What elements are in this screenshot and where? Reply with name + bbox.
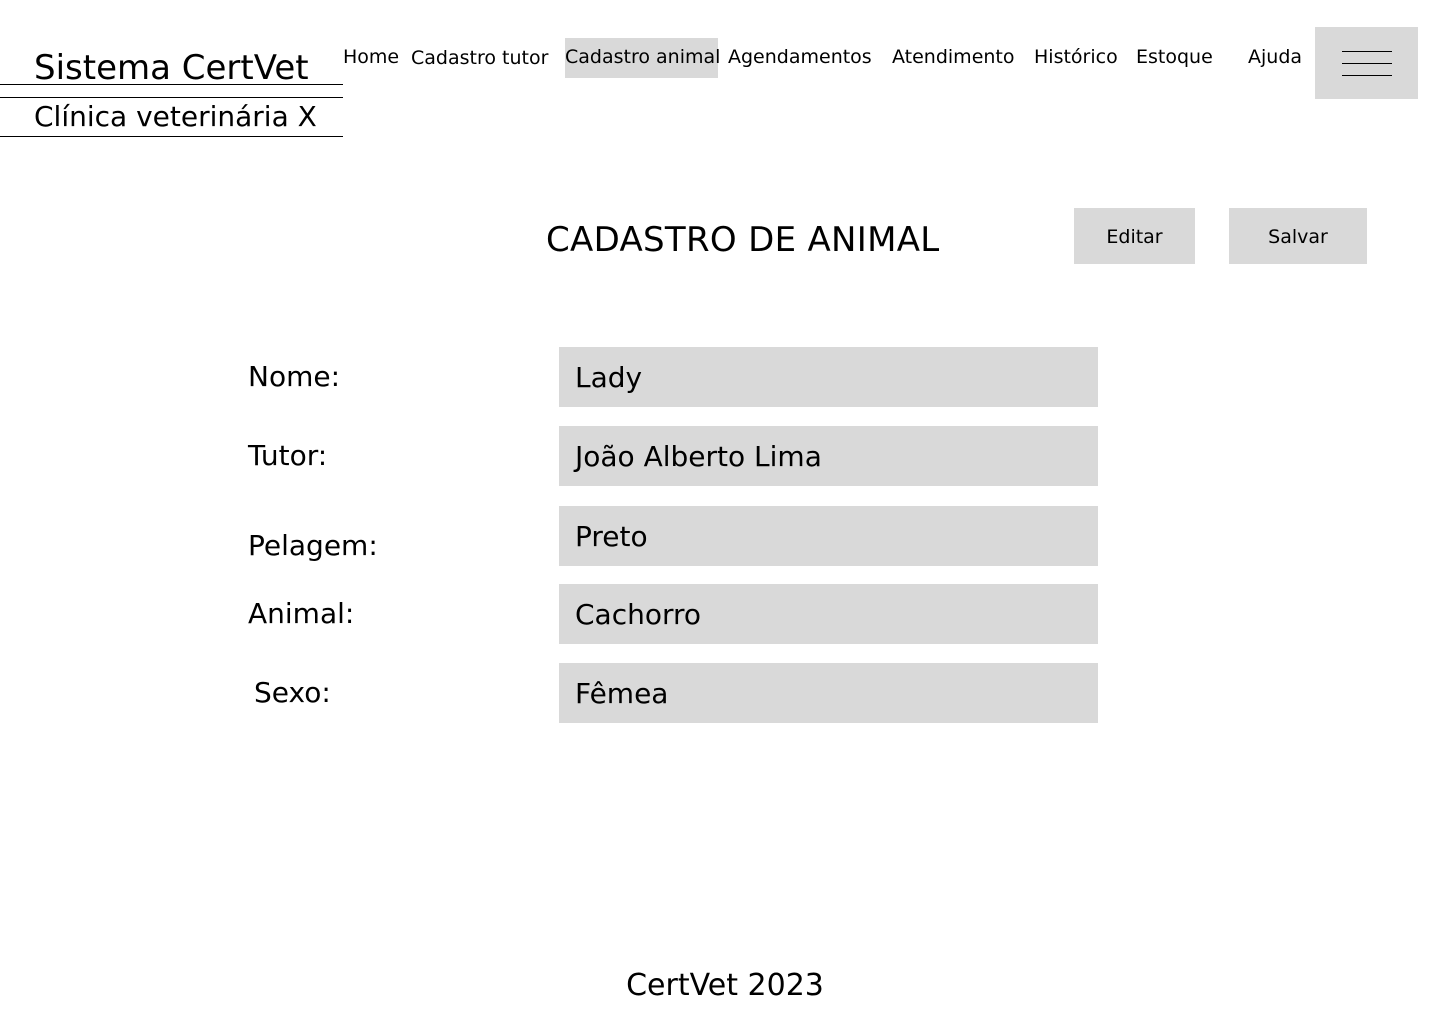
menu-line-top [1342,51,1392,52]
save-button[interactable]: Salvar [1229,208,1367,264]
nav-item-agendamentos[interactable]: Agendamentos [728,38,872,78]
footer-text: CertVet 2023 [626,968,824,1003]
nav-item-atendimento[interactable]: Atendimento [892,38,1015,78]
clinic-name: Clínica veterinária X [34,100,317,133]
menu-line-bottom [1342,75,1392,76]
nav-item-ajuda[interactable]: Ajuda [1248,38,1302,78]
page-title: CADASTRO DE ANIMAL [546,220,940,260]
title-underline [0,84,343,85]
field-label-tutor: Tutor: [248,439,328,472]
field-label-nome: Nome: [248,360,341,393]
nav-item-cadastro-tutor[interactable]: Cadastro tutor [411,39,548,79]
hamburger-menu-button[interactable] [1315,27,1418,99]
subtitle-underline [0,136,343,137]
animal-field[interactable]: Cachorro [559,584,1098,644]
nav-item-home[interactable]: Home [343,38,399,78]
edit-button[interactable]: Editar [1074,208,1195,264]
nav-item-historico[interactable]: Histórico [1034,38,1118,78]
page: Sistema CertVet Clínica veterinária X Ho… [0,0,1440,1024]
tutor-field[interactable]: João Alberto Lima [559,426,1098,486]
field-label-animal: Animal: [248,597,355,630]
menu-line-middle [1342,63,1392,64]
sexo-field[interactable]: Fêmea [559,663,1098,723]
field-label-sexo: Sexo: [254,676,331,709]
pelagem-field[interactable]: Preto [559,506,1098,566]
nav-item-cadastro-animal[interactable]: Cadastro animal [565,38,720,78]
nome-field[interactable]: Lady [559,347,1098,407]
nav-item-estoque[interactable]: Estoque [1136,38,1213,78]
field-label-pelagem: Pelagem: [248,529,378,562]
